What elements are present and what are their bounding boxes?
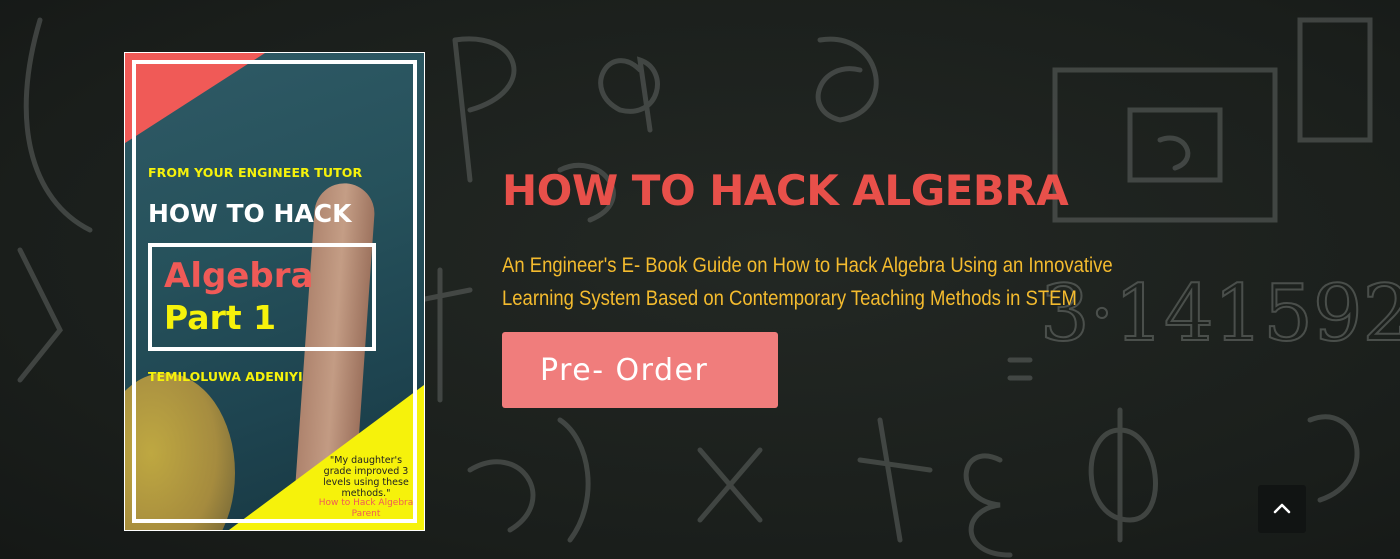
page-title: HOW TO HACK ALGEBRA <box>502 166 1069 215</box>
cover-top-line: FROM YOUR ENGINEER TUTOR <box>148 165 363 180</box>
cover-quote-source: How to Hack Algebra Parent <box>318 498 414 519</box>
chevron-up-icon <box>1272 502 1292 517</box>
cover-title-line3: Part 1 <box>164 298 277 337</box>
cover-title-line1: HOW TO HACK <box>148 199 352 228</box>
back-to-top-button[interactable] <box>1258 485 1306 533</box>
book-cover-image: FROM YOUR ENGINEER TUTOR HOW TO HACK Alg… <box>125 53 424 530</box>
hero-section: 3·141592 FROM YOUR ENGINEER TUTOR HOW TO… <box>0 0 1400 559</box>
page-subtitle: An Engineer's E- Book Guide on How to Ha… <box>502 254 1113 310</box>
cover-quote: "My daughter's grade improved 3 levels u… <box>323 455 409 499</box>
cover-title-line2: Algebra <box>164 256 314 296</box>
cover-author: TEMILOLUWA ADENIYI <box>148 369 303 384</box>
pre-order-button[interactable]: Pre- Order <box>502 332 778 408</box>
